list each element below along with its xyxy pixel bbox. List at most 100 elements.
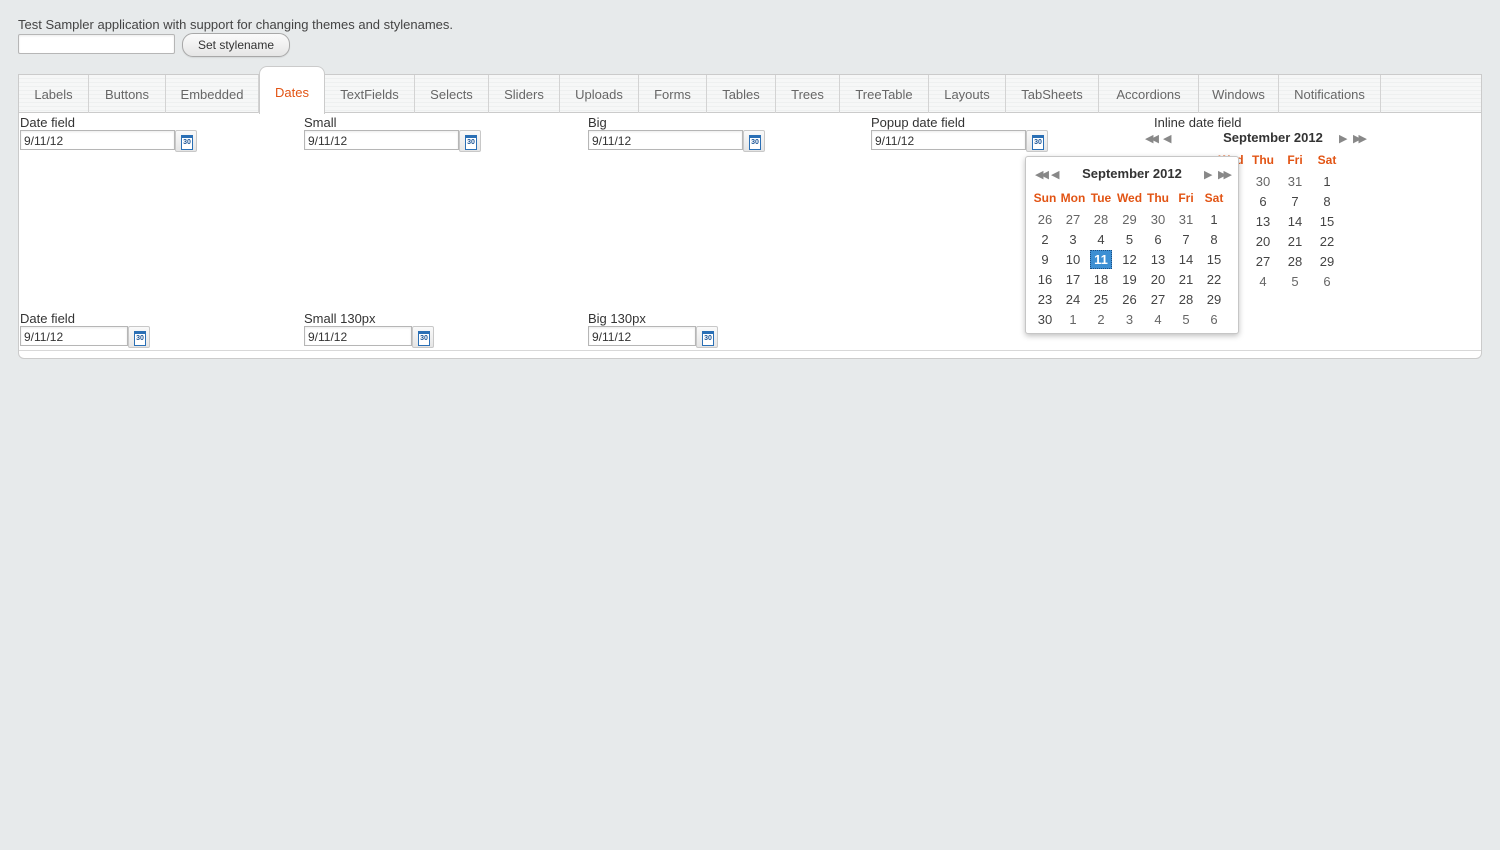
- calendar-day[interactable]: 17: [1059, 269, 1087, 289]
- tab-forms[interactable]: Forms: [639, 75, 707, 113]
- popup-calendar-button[interactable]: 30: [1026, 130, 1048, 152]
- calendar-day[interactable]: 27: [1247, 251, 1279, 271]
- small-date-input[interactable]: 9/11/12: [304, 130, 459, 150]
- tab-treetable[interactable]: TreeTable: [840, 75, 929, 113]
- calendar-day[interactable]: 1: [1311, 171, 1343, 191]
- set-stylename-button[interactable]: Set stylename: [182, 33, 290, 57]
- calendar-day[interactable]: 1: [1200, 209, 1228, 229]
- calendar-day[interactable]: 13: [1144, 249, 1172, 269]
- calendar-day[interactable]: 15: [1200, 249, 1228, 269]
- calendar-day[interactable]: 27: [1059, 209, 1087, 229]
- calendar-day[interactable]: 16: [1031, 269, 1059, 289]
- tab-dates[interactable]: Dates: [259, 66, 325, 114]
- tab-labels[interactable]: Labels: [19, 75, 89, 113]
- calendar-day-selected[interactable]: 11: [1087, 249, 1115, 269]
- calendar-day[interactable]: 29: [1200, 289, 1228, 309]
- calendar-day[interactable]: 7: [1279, 191, 1311, 211]
- tab-tabsheets[interactable]: TabSheets: [1006, 75, 1099, 113]
- next-month-icon[interactable]: ▶: [1204, 168, 1213, 181]
- calendar-day[interactable]: 5: [1115, 229, 1144, 249]
- calendar-day[interactable]: 21: [1279, 231, 1311, 251]
- calendar-day[interactable]: 13: [1247, 211, 1279, 231]
- calendar-day[interactable]: 22: [1311, 231, 1343, 251]
- calendar-day[interactable]: 7: [1172, 229, 1200, 249]
- calendar-day[interactable]: 30: [1031, 309, 1059, 329]
- small-130-input[interactable]: 9/11/12: [304, 326, 412, 346]
- calendar-day[interactable]: 1: [1059, 309, 1087, 329]
- calendar-day[interactable]: 8: [1200, 229, 1228, 249]
- big-calendar-button[interactable]: 30: [743, 130, 765, 152]
- calendar-day[interactable]: 31: [1279, 171, 1311, 191]
- big-date-input[interactable]: 9/11/12: [588, 130, 743, 150]
- date-field-130-calendar-button[interactable]: 30: [128, 326, 150, 348]
- tab-buttons[interactable]: Buttons: [89, 75, 166, 113]
- calendar-day[interactable]: 6: [1311, 271, 1343, 291]
- calendar-day[interactable]: 31: [1172, 209, 1200, 229]
- next-year-icon[interactable]: ▶▶: [1353, 132, 1367, 145]
- calendar-day[interactable]: 4: [1144, 309, 1172, 329]
- calendar-day[interactable]: 3: [1059, 229, 1087, 249]
- calendar-day[interactable]: 6: [1247, 191, 1279, 211]
- calendar-day[interactable]: 26: [1031, 209, 1059, 229]
- calendar-day[interactable]: 2: [1087, 309, 1115, 329]
- calendar-day[interactable]: 30: [1144, 209, 1172, 229]
- calendar-day[interactable]: 30: [1247, 171, 1279, 191]
- tab-accordions[interactable]: Accordions: [1099, 75, 1199, 113]
- calendar-day[interactable]: 2: [1031, 229, 1059, 249]
- calendar-day[interactable]: 29: [1115, 209, 1144, 229]
- calendar-day[interactable]: 20: [1247, 231, 1279, 251]
- calendar-day[interactable]: 5: [1279, 271, 1311, 291]
- calendar-day[interactable]: 8: [1311, 191, 1343, 211]
- popup-date-field: 9/11/12 30: [871, 130, 1048, 152]
- calendar-day[interactable]: 22: [1200, 269, 1228, 289]
- tab-trees[interactable]: Trees: [776, 75, 840, 113]
- big-130-input[interactable]: 9/11/12: [588, 326, 696, 346]
- content-divider: [19, 350, 1481, 351]
- calendar-day[interactable]: 21: [1172, 269, 1200, 289]
- tab-embedded[interactable]: Embedded: [166, 75, 259, 113]
- small-130-calendar-button[interactable]: 30: [412, 326, 434, 348]
- tab-selects[interactable]: Selects: [415, 75, 489, 113]
- calendar-day[interactable]: 4: [1087, 229, 1115, 249]
- calendar-day[interactable]: 23: [1031, 289, 1059, 309]
- calendar-day[interactable]: 29: [1311, 251, 1343, 271]
- calendar-day[interactable]: 5: [1172, 309, 1200, 329]
- calendar-day[interactable]: 3: [1115, 309, 1144, 329]
- calendar-day[interactable]: 14: [1172, 249, 1200, 269]
- tab-windows[interactable]: Windows: [1199, 75, 1279, 113]
- calendar-day[interactable]: 15: [1311, 211, 1343, 231]
- calendar-day[interactable]: 18: [1087, 269, 1115, 289]
- date-field-130-input[interactable]: 9/11/12: [20, 326, 128, 346]
- calendar-day[interactable]: 19: [1115, 269, 1144, 289]
- popup-date-input[interactable]: 9/11/12: [871, 130, 1026, 150]
- stylename-input[interactable]: [18, 34, 175, 54]
- next-month-icon[interactable]: ▶: [1339, 132, 1348, 145]
- calendar-day[interactable]: 28: [1172, 289, 1200, 309]
- calendar-day[interactable]: 24: [1059, 289, 1087, 309]
- calendar-day[interactable]: 27: [1144, 289, 1172, 309]
- tab-sliders[interactable]: Sliders: [489, 75, 560, 113]
- calendar-day[interactable]: 14: [1279, 211, 1311, 231]
- tab-notifications[interactable]: Notifications: [1279, 75, 1381, 113]
- next-year-icon[interactable]: ▶▶: [1218, 168, 1232, 181]
- calendar-day[interactable]: 12: [1115, 249, 1144, 269]
- calendar-day[interactable]: 9: [1031, 249, 1059, 269]
- calendar-day[interactable]: 28: [1087, 209, 1115, 229]
- tab-layouts[interactable]: Layouts: [929, 75, 1006, 113]
- calendar-day[interactable]: 20: [1144, 269, 1172, 289]
- date-field-calendar-button[interactable]: 30: [175, 130, 197, 152]
- calendar-day[interactable]: 10: [1059, 249, 1087, 269]
- date-field-input[interactable]: 9/11/12: [20, 130, 175, 150]
- calendar-day[interactable]: 26: [1115, 289, 1144, 309]
- calendar-day[interactable]: 28: [1279, 251, 1311, 271]
- calendar-day[interactable]: 4: [1247, 271, 1279, 291]
- big-130-calendar-button[interactable]: 30: [696, 326, 718, 348]
- calendar-day[interactable]: 25: [1087, 289, 1115, 309]
- tab-uploads[interactable]: Uploads: [560, 75, 639, 113]
- tab-tables[interactable]: Tables: [707, 75, 776, 113]
- calendar-day[interactable]: 6: [1200, 309, 1228, 329]
- calendar-day[interactable]: 6: [1144, 229, 1172, 249]
- dates-content: Date field 9/11/12 30 Small 9/11/12 30 B…: [19, 113, 1481, 358]
- tab-textfields[interactable]: TextFields: [325, 75, 415, 113]
- small-calendar-button[interactable]: 30: [459, 130, 481, 152]
